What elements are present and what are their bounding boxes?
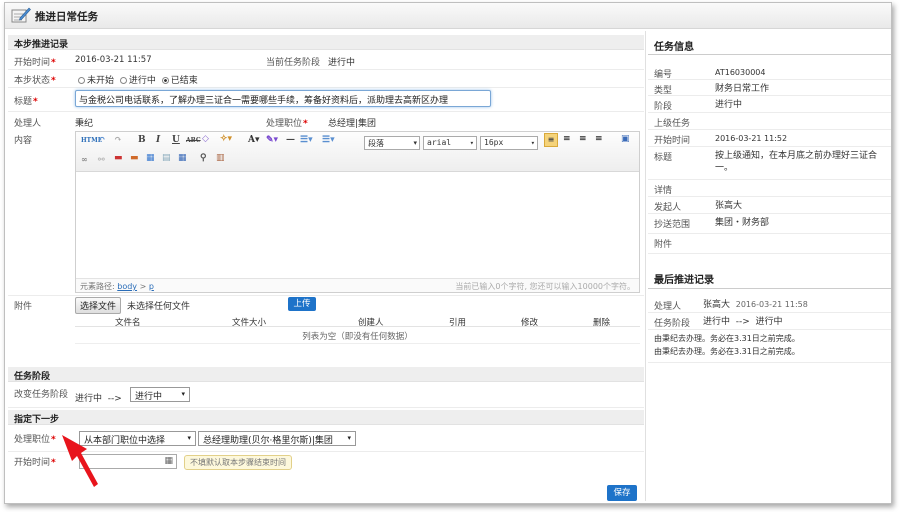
undo-icon[interactable]: ↶ [98, 135, 106, 145]
path-p-link[interactable]: p [149, 282, 154, 291]
align-justify-icon[interactable]: ≡ [595, 134, 603, 144]
record-stage-row: 任务阶段 进行中 --> 进行中 [648, 313, 891, 330]
notepad-icon [11, 6, 31, 27]
ordered-list-icon[interactable]: ☰▾ [300, 135, 313, 145]
title-input[interactable]: 与金税公司电话联系，了解办理三证合一需要哪些手续，筹备好资料后，派助理去高新区办… [75, 90, 491, 107]
col-reference: 引用 [449, 318, 467, 328]
step-status-label: 本步状态* [14, 76, 56, 86]
rich-text-editor[interactable]: HTML ↶ ↷ B I U ABC ◇ ✧▾ A▾ ✎▾ — ☰▾ ☰▾ 段落… [75, 131, 640, 293]
align-center-icon[interactable]: ≡ [563, 134, 571, 144]
handler-post-label: 处理职位* [266, 119, 308, 129]
choose-file-button[interactable]: 选择文件 [75, 297, 122, 314]
unlink-icon[interactable]: ⚯ [98, 154, 105, 164]
editor-status-bar: 元素路径: body > p 当前已输入0个字符, 您还可以输入10000个字符… [76, 278, 639, 292]
change-stage-from: 进行中 --> [75, 394, 122, 404]
next-post-select[interactable]: 总经理助理(贝尔·格里尔斯)|集团 ▾ [198, 431, 356, 446]
italic-button[interactable]: I [156, 135, 160, 145]
section-next-step: 指定下一步 [8, 410, 644, 425]
video-icon[interactable]: ▦ [146, 153, 155, 163]
map-icon[interactable]: ▤ [162, 153, 171, 163]
current-stage-label: 当前任务阶段 [266, 58, 321, 68]
strikethrough-button[interactable]: ABC [186, 137, 201, 144]
start-time-value: 2016-03-21 11:57 [75, 55, 152, 65]
info-row: 开始时间 2016-03-21 11:52 [648, 130, 891, 147]
change-stage-label: 改变任务阶段 [14, 390, 69, 400]
info-row: 抄送范围 集团・财务部 [648, 214, 891, 234]
info-row: 类型 财务日常工作 [648, 80, 891, 96]
col-delete: 删除 [593, 318, 611, 328]
window-title: 推进日常任务 [35, 11, 98, 23]
start-time-hint: 不填默认取本步骤结束时间 [184, 455, 292, 470]
unordered-list-icon[interactable]: ☰▾ [322, 135, 335, 145]
info-row: 阶段 进行中 [648, 96, 891, 113]
col-file-name: 文件名 [115, 318, 141, 328]
record-handler-row: 处理人 张高大 2016-03-21 11:58 [648, 296, 891, 313]
col-edit: 修改 [521, 318, 539, 328]
col-file-size: 文件大小 [232, 318, 267, 328]
section-current-step: 本步推进记录 [8, 35, 644, 50]
paste-icon[interactable]: ▥ [216, 153, 225, 163]
red-pointer-arrow-icon [60, 433, 100, 492]
content-label: 内容 [14, 136, 33, 146]
eraser-icon[interactable]: ◇ [202, 134, 209, 144]
handler-label: 处理人 [14, 119, 42, 129]
search-replace-icon[interactable]: ⚲ [200, 153, 207, 163]
section-task-stage: 任务阶段 [8, 367, 644, 382]
info-row: 上级任务 [648, 113, 891, 130]
title-label: 标题* [14, 97, 38, 107]
font-color-button[interactable]: A▾ [248, 135, 260, 145]
radio-in-progress[interactable]: 进行中 [119, 76, 156, 86]
underline-button[interactable]: U [172, 135, 180, 145]
last-record-title: 最后推进记录 [654, 275, 714, 286]
align-left-icon[interactable]: ≡ [544, 133, 558, 147]
horizontal-rule-icon[interactable]: — [286, 135, 295, 145]
attachment-empty-text: 列表为空（即没有任何数据） [302, 332, 413, 342]
no-file-text: 未选择任何文件 [127, 302, 191, 312]
char-counter: 当前已输入0个字符, 您还可以输入10000个字符。 [455, 282, 635, 291]
highlight-color-icon[interactable]: ✎▾ [266, 135, 278, 145]
insert-image-icon[interactable]: ▬ [130, 153, 139, 163]
redo-icon[interactable]: ↷ [114, 135, 122, 145]
next-post-label: 处理职位* [14, 435, 56, 445]
handler-post-value: 总经理|集团 [328, 119, 377, 129]
save-button[interactable]: 保存 [607, 485, 637, 501]
radio-not-started[interactable]: 未开始 [78, 76, 114, 86]
link-icon[interactable]: ∞ [81, 154, 88, 164]
start-time-label: 开始时间* [14, 58, 56, 68]
editor-toolbar: HTML ↶ ↷ B I U ABC ◇ ✧▾ A▾ ✎▾ — ☰▾ ☰▾ 段落… [76, 132, 639, 172]
info-row: 编号 AT16030004 [648, 64, 891, 80]
upload-button[interactable]: 上传 [288, 297, 316, 311]
attachment-table-header: 文件名 文件大小 创建人 引用 修改 删除 [75, 315, 640, 328]
font-family-select[interactable]: arial ▾ [423, 136, 477, 150]
task-window: 推进日常任务 本步推进记录 开始时间* 2016-03-21 11:57 当前任… [4, 2, 892, 504]
attachment-label: 附件 [14, 302, 33, 312]
bold-button[interactable]: B [138, 135, 146, 145]
title-bar: 推进日常任务 [5, 3, 891, 29]
fullscreen-icon[interactable]: ▣ [621, 134, 630, 144]
current-stage-value: 进行中 [328, 58, 356, 68]
info-row: 附件 [648, 234, 891, 254]
record-notes: 由秉纪去办理。务必在3.31日之前完成。 由秉纪去办理。务必在3.31日之前完成… [648, 331, 891, 363]
align-right-icon[interactable]: ≡ [579, 134, 587, 144]
col-creator: 创建人 [358, 318, 384, 328]
font-size-select[interactable]: 16px ▾ [480, 136, 538, 150]
info-row: 发起人 张高大 [648, 197, 891, 214]
format-brush-icon[interactable]: ✧▾ [220, 134, 232, 144]
stage-select[interactable]: 进行中 ▾ [130, 387, 190, 402]
handler-value: 秉纪 [75, 119, 94, 129]
calendar-icon[interactable]: ▦ [164, 456, 173, 466]
radio-finished[interactable]: 已结束 [161, 76, 198, 86]
info-row: 详情 [648, 180, 891, 197]
task-info-title: 任务信息 [654, 42, 694, 53]
step-status-radio-group: 未开始 进行中 已结束 [78, 73, 198, 86]
next-start-time-label: 开始时间* [14, 458, 56, 468]
element-path-label: 元素路径: [80, 282, 115, 291]
paragraph-select[interactable]: 段落 ▾ [364, 136, 420, 150]
info-row: 标题 按上级通知，在本月底之前办理好三证合一。 [648, 147, 891, 180]
table-icon[interactable]: ▦ [178, 153, 187, 163]
path-body-link[interactable]: body [117, 282, 137, 291]
path-separator: > [139, 282, 147, 291]
image-icon[interactable]: ▬ [114, 153, 123, 163]
